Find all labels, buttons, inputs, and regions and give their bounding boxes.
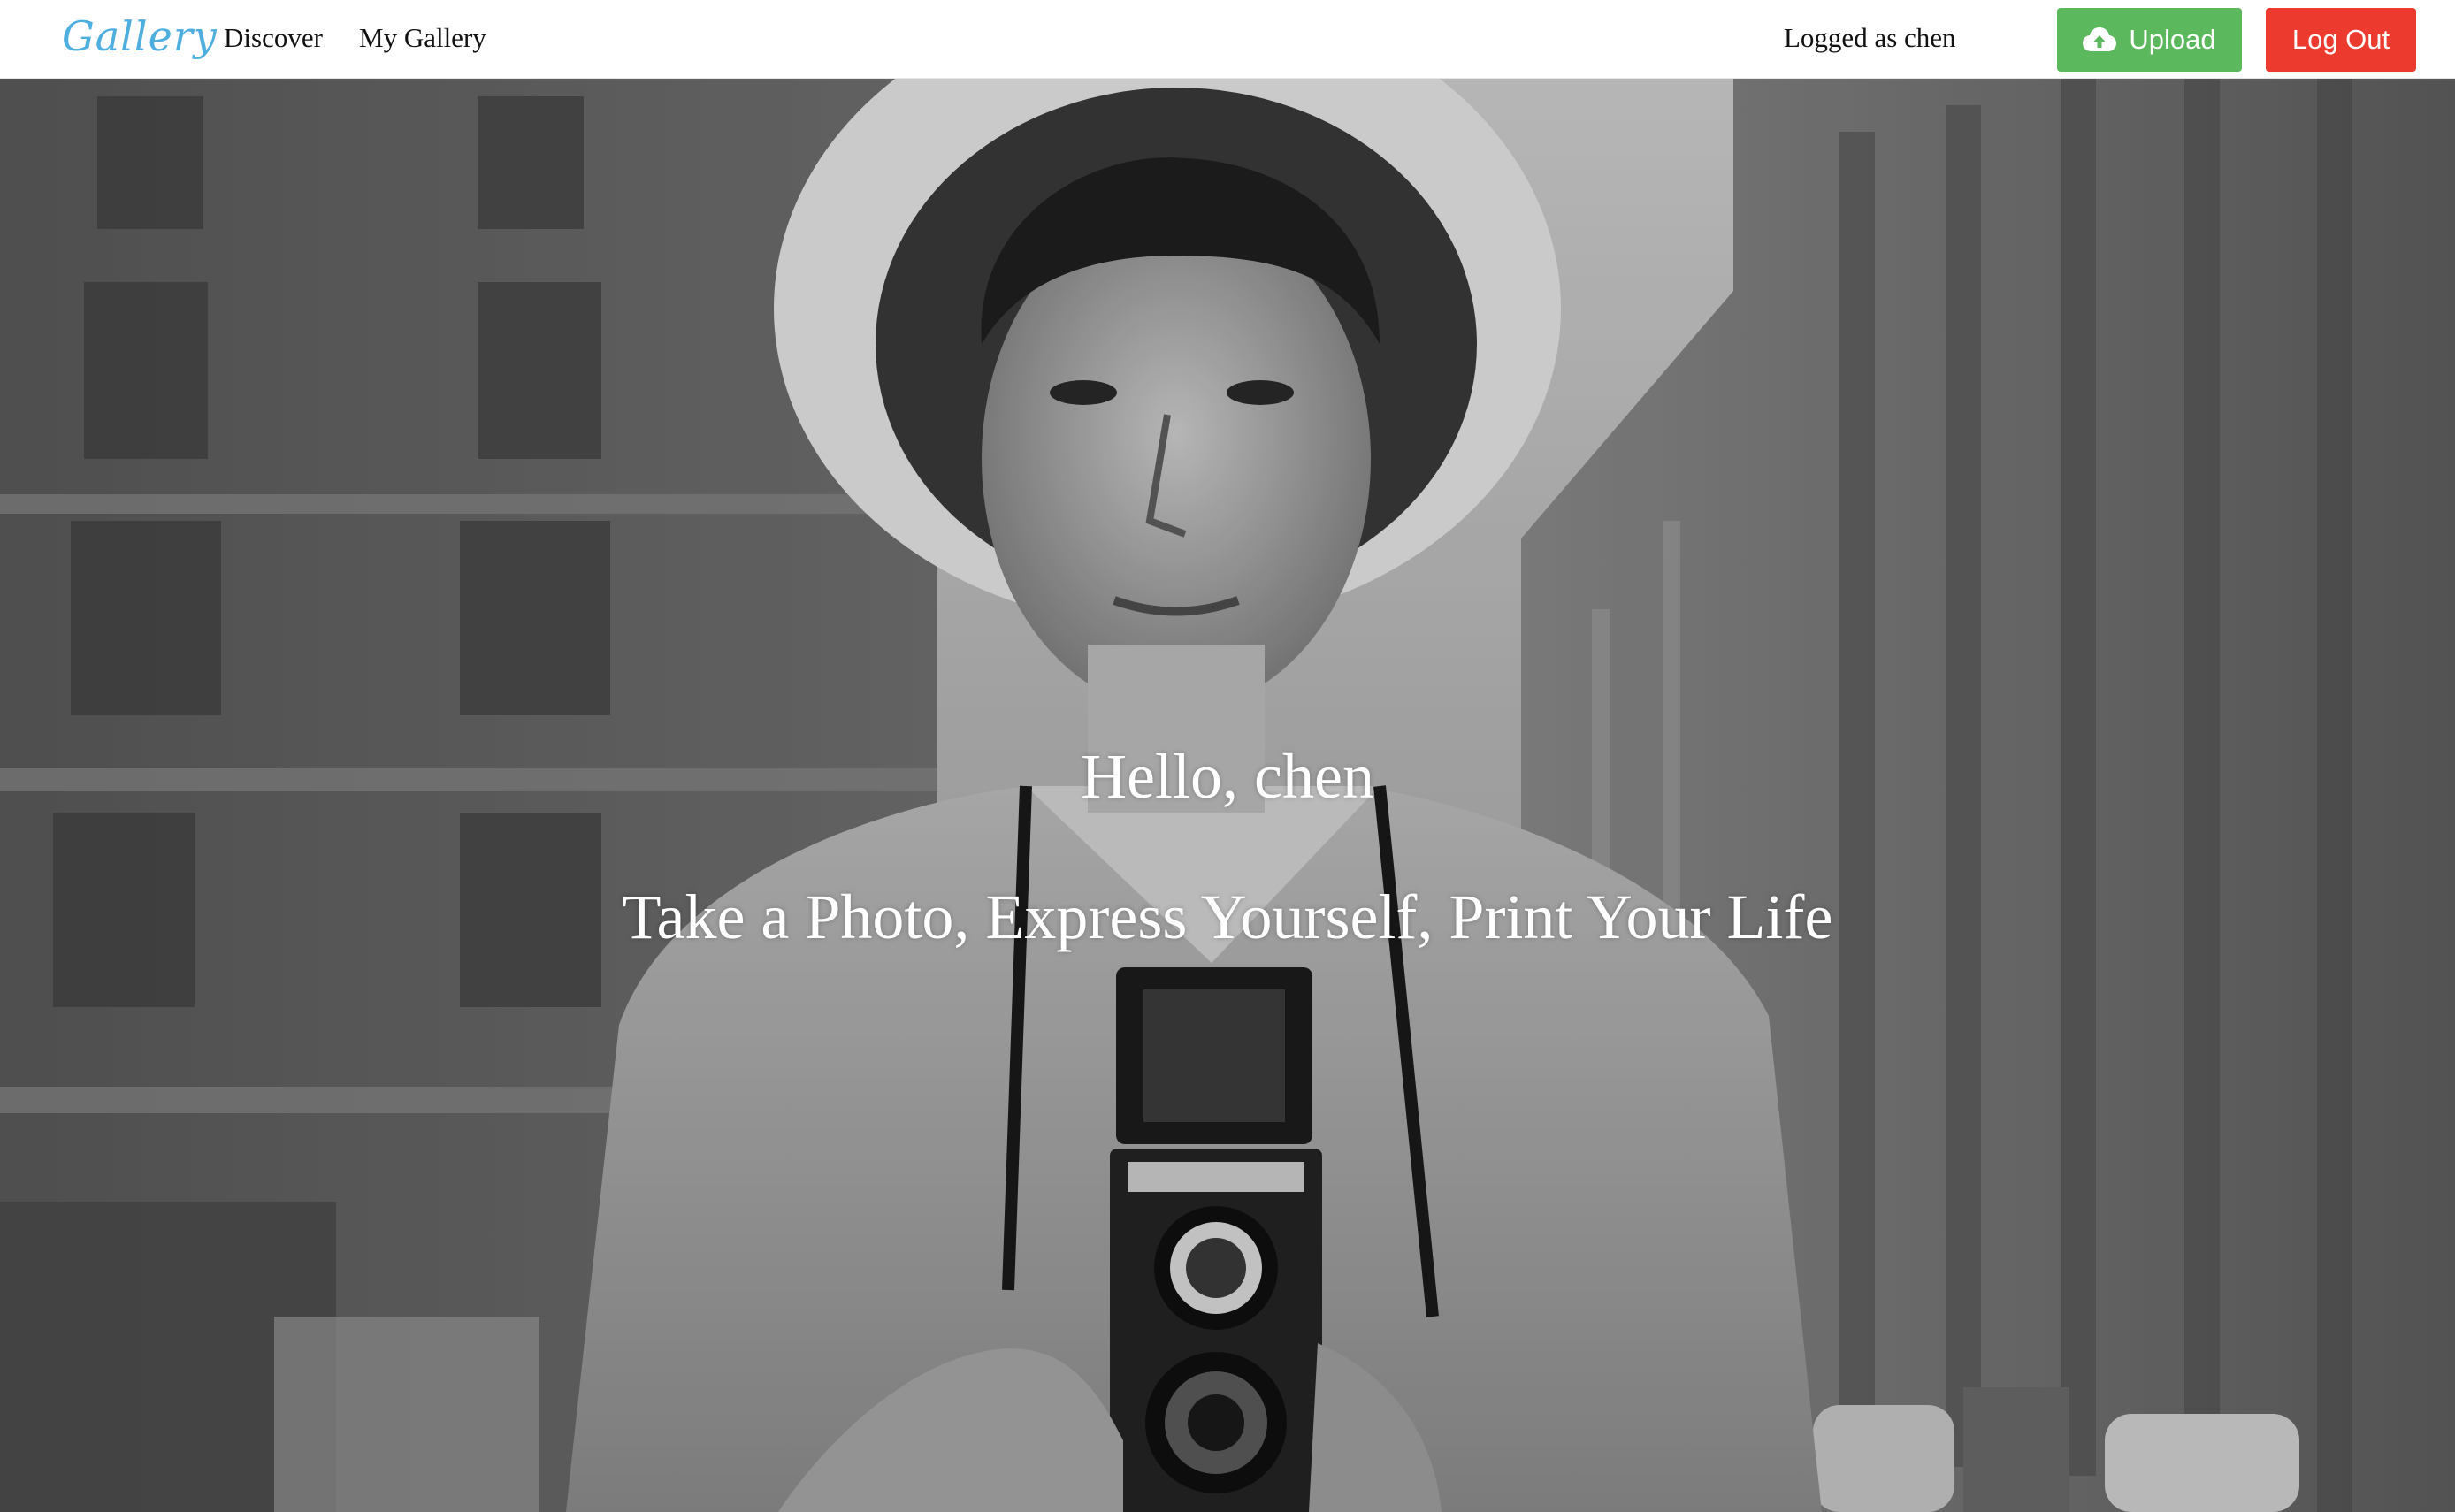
hero-greeting: Hello, chen	[1081, 741, 1374, 812]
logout-button[interactable]: Log Out	[2266, 8, 2416, 72]
nav-link-my-gallery[interactable]: My Gallery	[359, 22, 486, 54]
cloud-upload-icon	[2083, 27, 2117, 53]
brand-logo[interactable]: Gallery	[62, 12, 218, 60]
top-navbar: Gallery Discover My Gallery Logged as ch…	[0, 0, 2455, 79]
upload-button-label: Upload	[2129, 24, 2216, 55]
upload-button[interactable]: Upload	[2057, 8, 2242, 72]
hero-banner: Hello, chen Take a Photo, Express Yourse…	[0, 79, 2455, 1512]
hero-tagline: Take a Photo, Express Yourself, Print Yo…	[622, 882, 1833, 952]
logged-in-user-text: Logged as chen	[1784, 22, 1956, 53]
nav-link-discover[interactable]: Discover	[224, 22, 323, 54]
